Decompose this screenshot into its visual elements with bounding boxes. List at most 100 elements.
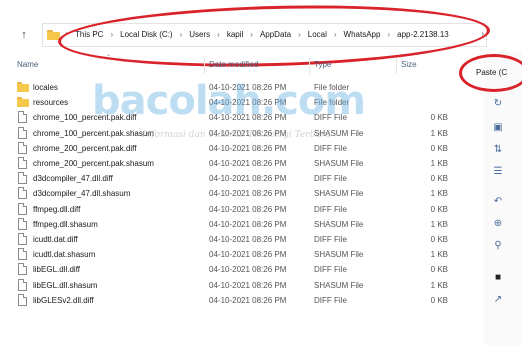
- file-name: d3dcompiler_47.dll.diff: [33, 174, 113, 184]
- file-type: DIFF File: [314, 235, 347, 244]
- file-size: 1 KB: [430, 250, 448, 260]
- file-row[interactable]: d3dcompiler_47.dll.shasum 04-10-2021 08:2…: [0, 186, 480, 201]
- file-name: libEGL.dll.diff: [33, 265, 80, 275]
- file-size: 1 KB: [430, 128, 448, 138]
- file-type: DIFF File: [314, 113, 347, 123]
- crumb-this-pc[interactable]: This PC: [75, 30, 103, 39]
- file-icon: [18, 248, 27, 261]
- chevron-right-icon[interactable]: ›: [65, 29, 68, 38]
- file-date-modified: 04-10-2021 08:26 PM: [209, 189, 287, 199]
- file-row[interactable]: ffmpeg.dll.diff 04-10-2021 08:26 PM DIFF F…: [0, 202, 480, 217]
- pin-icon[interactable]: ⚲: [492, 240, 504, 252]
- folder-icon: [47, 30, 60, 40]
- chevron-right-icon[interactable]: ›: [110, 30, 113, 39]
- file-name: libEGL.dll.shasum: [33, 280, 98, 290]
- chevron-right-icon[interactable]: ›: [298, 30, 301, 39]
- file-name: d3dcompiler_47.dll.shasum: [33, 189, 131, 199]
- file-name: ffmpeg.dll.shasum: [33, 219, 98, 229]
- sort-icon[interactable]: ⇅: [492, 144, 504, 156]
- crumb-whatsapp[interactable]: WhatsApp: [344, 30, 381, 39]
- file-icon: [18, 157, 27, 169]
- file-type: File folder: [314, 98, 350, 108]
- file-name: locales: [33, 83, 58, 92]
- chevron-right-icon[interactable]: ›: [217, 30, 220, 39]
- file-row[interactable]: locales 04-10-2021 08:26 PM File folder: [0, 80, 480, 95]
- file-row[interactable]: ffmpeg.dll.shasum 04-10-2021 08:26 PM SHAS…: [0, 217, 480, 232]
- column-divider[interactable]: [204, 58, 205, 74]
- file-icon: [18, 278, 27, 291]
- column-divider[interactable]: [309, 58, 310, 74]
- list-icon[interactable]: ☰: [492, 166, 504, 178]
- file-row[interactable]: libGLESv2.dll.diff 04-10-2021 08:26 PM DIF…: [0, 293, 480, 308]
- file-type: DIFF File: [314, 143, 347, 153]
- file-date-modified: 04-10-2021 08:26 PM: [209, 265, 287, 275]
- column-divider[interactable]: [396, 58, 397, 74]
- file-row[interactable]: chrome_200_percent.pak.shasum 04-10-2021 …: [0, 156, 480, 171]
- file-type: File folder: [314, 83, 350, 92]
- file-date-modified: 04-10-2021 08:26 PM: [209, 235, 287, 244]
- chevron-right-icon[interactable]: ›: [180, 30, 183, 39]
- file-icon: [18, 217, 27, 230]
- address-bar[interactable]: › This PC › Local Disk (C:) › Users › ka…: [42, 23, 487, 47]
- file-row[interactable]: resources 04-10-2021 08:26 PM File folder: [0, 95, 480, 110]
- crumb-app-version[interactable]: app-2.2138.13: [397, 30, 449, 39]
- crumb-local[interactable]: Local: [308, 30, 327, 39]
- file-name: chrome_100_percent.pak.shasum: [33, 128, 154, 138]
- column-date-modified[interactable]: Date modified: [209, 60, 258, 69]
- refresh-icon[interactable]: ↻: [492, 98, 504, 110]
- file-size: 1 KB: [430, 219, 448, 229]
- file-name: chrome_200_percent.pak.shasum: [33, 159, 154, 168]
- chevron-right-icon[interactable]: ›: [250, 30, 253, 39]
- chevron-right-icon[interactable]: ›: [387, 30, 390, 39]
- file-date-modified: 04-10-2021 08:26 PM: [209, 219, 287, 229]
- file-date-modified: 04-10-2021 08:26 PM: [209, 83, 287, 92]
- column-type[interactable]: Type: [314, 60, 331, 69]
- paste-button[interactable]: Paste (C: [476, 68, 507, 77]
- file-type: SHASUM File: [314, 189, 364, 199]
- file-icon: [18, 293, 27, 306]
- open-icon[interactable]: ↗: [492, 294, 504, 306]
- file-name: icudtl.dat.shasum: [33, 250, 96, 260]
- file-row[interactable]: chrome_200_percent.pak.diff 04-10-2021 08…: [0, 141, 480, 156]
- file-size: 0 KB: [430, 174, 448, 184]
- file-name: icudtl.dat.diff: [33, 235, 78, 244]
- file-size: 0 KB: [430, 204, 448, 214]
- crumb-appdata[interactable]: AppData: [260, 30, 291, 39]
- file-type: DIFF File: [314, 295, 347, 305]
- file-row[interactable]: icudtl.dat.diff 04-10-2021 08:26 PM DIFF F…: [0, 232, 480, 247]
- file-icon: [18, 141, 27, 154]
- crumb-kapil[interactable]: kapil: [227, 30, 243, 39]
- file-date-modified: 04-10-2021 08:26 PM: [209, 113, 287, 123]
- file-row[interactable]: libEGL.dll.shasum 04-10-2021 08:26 PM SHAS…: [0, 278, 480, 293]
- file-size: 0 KB: [430, 265, 448, 275]
- file-date-modified: 04-10-2021 08:26 PM: [209, 98, 287, 108]
- crumb-local-disk[interactable]: Local Disk (C:): [120, 30, 172, 39]
- file-row[interactable]: libEGL.dll.diff 04-10-2021 08:26 PM DIFF F…: [0, 262, 480, 277]
- crumb-users[interactable]: Users: [189, 30, 210, 39]
- sort-caret-icon: ⌃: [106, 55, 112, 61]
- file-size: 1 KB: [430, 159, 448, 168]
- file-date-modified: 04-10-2021 08:26 PM: [209, 280, 287, 290]
- file-row[interactable]: chrome_100_percent.pak.shasum 04-10-2021 …: [0, 126, 480, 141]
- up-arrow-icon[interactable]: ↑: [17, 28, 31, 42]
- file-icon: [18, 233, 27, 245]
- column-size[interactable]: Size: [401, 60, 417, 69]
- terminal-icon[interactable]: ■: [492, 272, 504, 284]
- file-size: 0 KB: [430, 235, 448, 244]
- undo-icon[interactable]: ↶: [492, 196, 504, 208]
- file-row[interactable]: chrome_100_percent.pak.diff 04-10-2021 08…: [0, 110, 480, 125]
- column-name[interactable]: Name: [17, 60, 38, 69]
- chevron-right-icon[interactable]: ›: [481, 29, 484, 38]
- file-date-modified: 04-10-2021 08:26 PM: [209, 250, 287, 260]
- folder-icon: [17, 96, 29, 109]
- file-row[interactable]: icudtl.dat.shasum 04-10-2021 08:26 PM SHAS…: [0, 247, 480, 262]
- file-name: ffmpeg.dll.diff: [33, 204, 81, 214]
- file-row[interactable]: d3dcompiler_47.dll.diff 04-10-2021 08:26 …: [0, 171, 480, 186]
- file-icon: [18, 111, 27, 124]
- add-circle-icon[interactable]: ⊕: [492, 218, 504, 230]
- file-icon: [18, 126, 27, 139]
- select-all-icon[interactable]: ▣: [492, 122, 504, 134]
- chevron-right-icon[interactable]: ›: [334, 30, 337, 39]
- file-type: DIFF File: [314, 265, 347, 275]
- file-type: SHASUM File: [314, 128, 364, 138]
